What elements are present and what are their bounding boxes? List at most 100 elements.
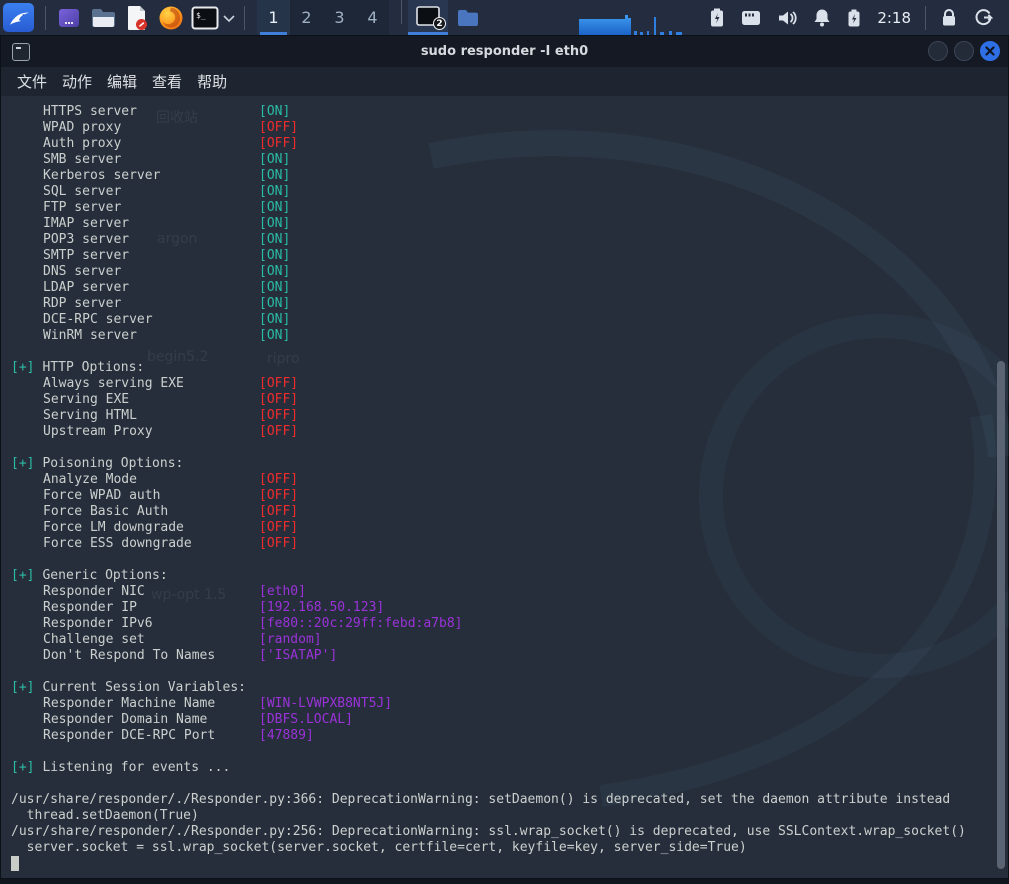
titlebar[interactable]: sudo responder -I eth0 <box>1 36 1008 67</box>
terminal-icon: $_ <box>191 6 219 30</box>
terminal-row: SMTP server[ON] <box>11 248 1008 264</box>
text-editor-launcher[interactable] <box>122 3 152 33</box>
workspace-2[interactable]: 2 <box>290 0 323 35</box>
listening-line: [+]Listening for events ... <box>11 760 1008 776</box>
firefox-icon <box>158 5 184 31</box>
terminal-row: LDAP server[ON] <box>11 280 1008 296</box>
warning-line: /usr/share/responder/./Responder.py:256:… <box>11 824 1008 840</box>
terminal-output[interactable]: HTTPS server[ON] WPAD proxy[OFF] Auth pr… <box>1 96 1008 878</box>
status-badge: [ON] <box>259 296 290 312</box>
terminal-row: Force LM downgrade[OFF] <box>11 520 1008 536</box>
status-badge: [ON] <box>259 248 290 264</box>
separator <box>45 6 46 30</box>
status-badge: [ON] <box>259 312 290 328</box>
notifications-icon[interactable] <box>813 8 831 27</box>
menu-help[interactable]: 帮助 <box>197 71 227 92</box>
status-badge: [ON] <box>259 216 290 232</box>
terminal-row: Responder DCE-RPC Port[47889] <box>11 728 1008 744</box>
firefox-launcher[interactable] <box>156 3 186 33</box>
workspace-1[interactable]: 1 <box>257 0 290 35</box>
folder-icon <box>457 9 479 27</box>
file-manager-task-button[interactable] <box>448 0 488 35</box>
status-badge: [OFF] <box>259 392 298 408</box>
terminal-cursor <box>11 856 19 871</box>
workspace-3[interactable]: 3 <box>323 0 356 35</box>
menu-file[interactable]: 文件 <box>17 71 47 92</box>
terminal-row: WinRM server[ON] <box>11 328 1008 344</box>
status-badge: ['ISATAP'] <box>259 648 337 664</box>
terminal-row: Force ESS downgrade[OFF] <box>11 536 1008 552</box>
kali-logo-icon <box>7 7 31 29</box>
terminal-row: Upstream Proxy[OFF] <box>11 424 1008 440</box>
taskbar: $_ 1 2 3 4 2 <box>0 0 1009 35</box>
close-icon <box>985 46 995 56</box>
window-count-badge: 2 <box>433 17 446 30</box>
status-badge: [ON] <box>259 264 290 280</box>
terminal-row: WPAD proxy[OFF] <box>11 120 1008 136</box>
volume-icon[interactable] <box>777 9 797 27</box>
status-badge: [192.168.50.123] <box>259 600 384 616</box>
status-badge: [ON] <box>259 168 290 184</box>
workspace-4[interactable]: 4 <box>356 0 389 35</box>
section-header: [+]Generic Options: <box>11 568 1008 584</box>
workspace-switcher: 1 2 3 4 <box>257 0 389 35</box>
separator <box>244 6 245 30</box>
section-header: [+]Poisoning Options: <box>11 456 1008 472</box>
desktop-app-icon[interactable] <box>54 3 84 33</box>
status-badge: [OFF] <box>259 536 298 552</box>
display-icon[interactable] <box>741 10 761 26</box>
launcher-expand-button[interactable] <box>222 13 236 23</box>
lock-screen-icon[interactable] <box>940 8 958 27</box>
status-badge: [ON] <box>259 280 290 296</box>
terminal-row: SQL server[ON] <box>11 184 1008 200</box>
menu-view[interactable]: 查看 <box>152 71 182 92</box>
terminal-row: DNS server[ON] <box>11 264 1008 280</box>
status-badge: [OFF] <box>259 408 298 424</box>
logout-icon[interactable] <box>974 8 993 27</box>
section-header: [+]Current Session Variables: <box>11 680 1008 696</box>
terminal-row: DCE-RPC server[ON] <box>11 312 1008 328</box>
window-list: 2 <box>395 0 488 35</box>
window-controls <box>928 41 1000 61</box>
terminal-row: Serving HTML[OFF] <box>11 408 1008 424</box>
status-badge: [fe80::20c:29ff:febd:a7b8] <box>259 616 463 632</box>
maximize-button[interactable] <box>954 41 974 61</box>
battery-icon[interactable] <box>847 9 861 27</box>
status-badge: [WIN-LVWPXB8NT5J] <box>259 696 392 712</box>
terminal-launcher[interactable]: $_ <box>190 3 220 33</box>
power-manager-icon[interactable] <box>709 8 725 27</box>
separator <box>401 0 402 24</box>
terminal-row: FTP server[ON] <box>11 200 1008 216</box>
terminal-row: Don't Respond To Names['ISATAP'] <box>11 648 1008 664</box>
terminal-row: Responder Domain Name[DBFS.LOCAL] <box>11 712 1008 728</box>
status-badge: [eth0] <box>259 584 306 600</box>
clock[interactable]: 2:18 <box>877 9 911 27</box>
terminal-task-button[interactable]: 2 <box>408 0 448 35</box>
terminal-row: Always serving EXE[OFF] <box>11 376 1008 392</box>
terminal-app-icon <box>12 43 30 61</box>
terminal-row: POP3 server[ON] <box>11 232 1008 248</box>
status-badge: [OFF] <box>259 424 298 440</box>
status-badge: [OFF] <box>259 120 298 136</box>
terminal-row: Challenge set[random] <box>11 632 1008 648</box>
terminal-row: Responder IPv6[fe80::20c:29ff:febd:a7b8] <box>11 616 1008 632</box>
status-badge: [DBFS.LOCAL] <box>259 712 353 728</box>
cpu-graph[interactable] <box>577 9 687 35</box>
menu-actions[interactable]: 动作 <box>62 71 92 92</box>
kali-menu-button[interactable] <box>3 3 34 32</box>
status-badge: [ON] <box>259 184 290 200</box>
terminal-scrollbar[interactable] <box>997 361 1005 869</box>
close-button[interactable] <box>980 41 1000 61</box>
minimize-button[interactable] <box>928 41 948 61</box>
file-manager-launcher[interactable] <box>88 3 118 33</box>
terminal-row: Responder IP[192.168.50.123] <box>11 600 1008 616</box>
status-badge: [ON] <box>259 152 290 168</box>
chevron-down-icon <box>222 13 236 23</box>
status-badge: [ON] <box>259 200 290 216</box>
terminal-row: SMB server[ON] <box>11 152 1008 168</box>
warning-line: server.socket = ssl.wrap_socket(server.s… <box>11 840 1008 856</box>
terminal-row: Analyze Mode[OFF] <box>11 472 1008 488</box>
system-tray: 2:18 <box>577 0 1009 35</box>
menu-edit[interactable]: 编辑 <box>107 71 137 92</box>
terminal-row: RDP server[ON] <box>11 296 1008 312</box>
